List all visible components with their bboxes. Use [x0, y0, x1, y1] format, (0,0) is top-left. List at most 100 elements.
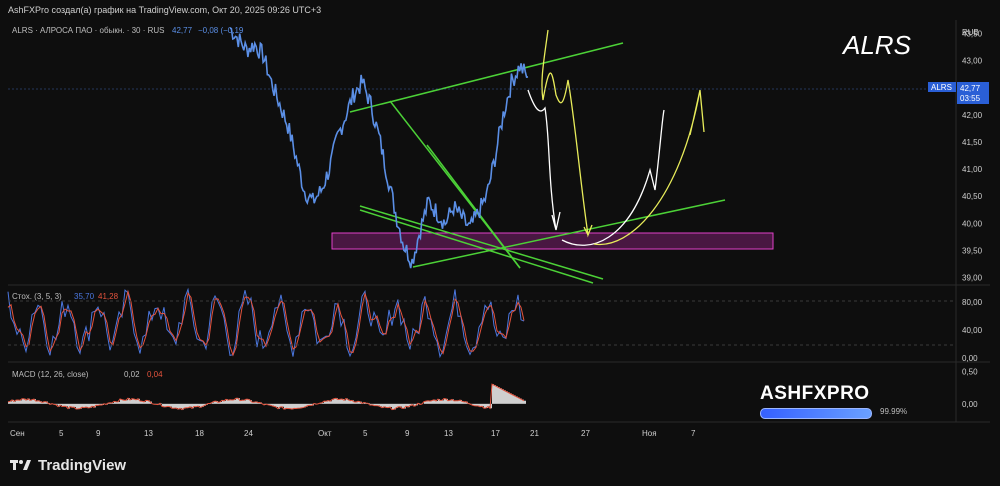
price-tick-label: 40,50 [962, 192, 983, 201]
projection-yellow-path [541, 29, 705, 246]
support-zone[interactable] [331, 232, 774, 250]
macd-bar [432, 400, 434, 404]
stoch-legend[interactable]: Стох. (3, 5, 3) [12, 292, 62, 301]
price-tick-label: 41,50 [962, 138, 983, 147]
svg-text:03:55: 03:55 [960, 94, 981, 103]
macd-bar [344, 400, 346, 404]
macd-bar [390, 403, 392, 408]
svg-text:42,77: 42,77 [960, 84, 981, 93]
symbol-watermark: ALRS [843, 30, 911, 60]
macd-bar [392, 403, 394, 410]
macd-bar [22, 398, 24, 404]
macd-axis: 0,50 0,00 [962, 367, 978, 408]
macd-bar [70, 403, 72, 407]
tradingview-logo-text: TradingView [38, 456, 127, 474]
macd-bar [290, 403, 292, 409]
price-tick-label: 39,50 [962, 246, 983, 255]
macd-bar [442, 400, 444, 404]
macd-bar [78, 403, 80, 409]
symbol-legend[interactable]: ALRS · АЛРОСА ПАО · обыкн. · 30 · RUS [12, 26, 164, 35]
stoch-tick-label: 0,00 [962, 354, 978, 363]
macd-bar [276, 403, 278, 407]
macd-bar [76, 403, 78, 410]
macd-bar [86, 403, 88, 407]
macd-legend[interactable]: MACD (12, 26, close) [12, 370, 89, 379]
time-tick-label: Окт [318, 429, 332, 438]
time-tick-label: 13 [444, 429, 453, 438]
macd-bar [508, 392, 510, 404]
macd-bar [20, 400, 22, 404]
macd-bar [190, 403, 192, 407]
macd-bar [334, 398, 336, 404]
brand-logo: ASHFXPRO [760, 383, 870, 404]
macd-bar [496, 386, 498, 404]
legend-change: −0,08 (−0,19 [198, 26, 244, 35]
macd-bar [436, 400, 438, 404]
macd-bar [170, 403, 172, 407]
macd-bar [504, 390, 506, 404]
macd-bar [234, 399, 236, 404]
time-axis[interactable]: Сен 5 9 13 18 24 Окт 5 9 13 17 21 27 Ноя 7 [10, 429, 696, 438]
macd-bar [180, 403, 182, 409]
price-tick-label: 43,00 [962, 57, 983, 66]
time-tick-label: 17 [491, 429, 500, 438]
macd-bar [26, 400, 28, 404]
macd-bar [524, 400, 526, 404]
macd-bar [126, 400, 128, 404]
brand-progress-bar [760, 408, 872, 419]
macd-bar [450, 400, 452, 404]
stoch-k-value: 35,70 [74, 292, 95, 301]
macd-bar [502, 389, 504, 404]
macd-bar [74, 403, 76, 408]
time-tick-label: Сен [10, 429, 25, 438]
time-tick-label: 27 [581, 429, 590, 438]
time-tick-label: 5 [363, 429, 368, 438]
macd-value: 0,02 [124, 370, 140, 379]
macd-bar [500, 388, 502, 404]
macd-bar [498, 387, 500, 404]
macd-tick-label: 0,00 [962, 400, 978, 409]
macd-bar [228, 400, 230, 404]
macd-bar [240, 400, 242, 404]
macd-bar [330, 401, 332, 404]
time-tick-label: 13 [144, 429, 153, 438]
time-tick-label: 7 [691, 429, 696, 438]
macd-bar [338, 399, 340, 404]
macd-bar [132, 398, 134, 404]
macd-bar [136, 399, 138, 404]
tradingview-logo-icon [10, 460, 31, 470]
macd-bar [82, 403, 84, 408]
brand-percent: 99.99% [880, 407, 908, 416]
macd-bar [232, 400, 234, 404]
macd-bar [402, 403, 404, 409]
svg-text:ALRS: ALRS [931, 83, 952, 92]
macd-bar [244, 400, 246, 404]
price-series-line [229, 27, 529, 269]
price-tick-label: 41,00 [962, 165, 983, 174]
time-tick-label: 9 [96, 429, 101, 438]
macd-bar [176, 403, 178, 408]
macd-bar [130, 399, 132, 404]
macd-bar [340, 399, 342, 404]
macd-bar [224, 400, 226, 404]
price-tick-label: 39,00 [962, 274, 983, 283]
macd-bar [246, 399, 248, 404]
price-axis[interactable]: 43,5043,0042,0041,5041,0040,5040,0039,50… [962, 30, 983, 283]
macd-bar [294, 403, 296, 409]
macd-bar [298, 403, 300, 409]
macd-bar [510, 393, 512, 404]
legend-last: 42,77 [172, 26, 193, 35]
time-tick-label: 5 [59, 429, 64, 438]
time-tick-label: Ноя [642, 429, 657, 438]
macd-bar [32, 399, 34, 404]
macd-bar [384, 403, 386, 407]
macd-bar [506, 391, 508, 404]
stoch-tick-label: 40,00 [962, 326, 983, 335]
macd-bar [426, 401, 428, 404]
currency-label: RUB [962, 28, 979, 37]
time-tick-label: 9 [405, 429, 410, 438]
macd-bar [494, 385, 496, 404]
time-tick-label: 24 [244, 429, 253, 438]
macd-bar [30, 400, 32, 404]
time-tick-label: 21 [530, 429, 539, 438]
